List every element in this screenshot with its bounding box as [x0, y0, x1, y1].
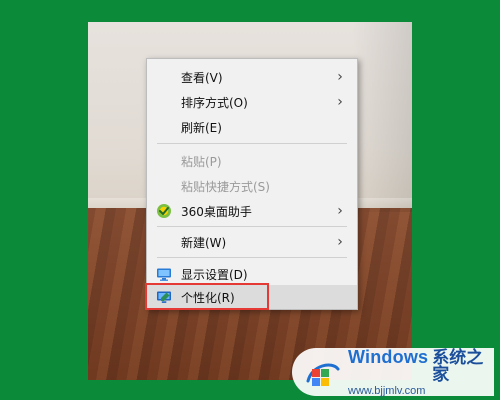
screenshot-frame: 查看(V) › 排序方式(O) › 刷新(E) 粘贴(P) 粘贴快捷方式(S) — [0, 0, 500, 400]
watermark-brand-cn: 系统之家 — [432, 347, 484, 384]
windows-logo-icon — [302, 355, 342, 389]
menu-item-label: 刷新(E) — [181, 120, 222, 135]
menu-item-label: 排序方式(O) — [181, 95, 248, 110]
menu-item-personalize[interactable]: 个性化(R) — [147, 285, 357, 309]
menu-item-label: 查看(V) — [181, 70, 223, 85]
chevron-right-icon: › — [337, 203, 343, 219]
watermark-brand: Windows — [348, 346, 429, 367]
menu-item-display-settings[interactable]: 显示设置(D) — [147, 262, 357, 286]
wall-shadow — [352, 22, 412, 212]
display-settings-icon — [155, 266, 173, 282]
desktop-context-menu: 查看(V) › 排序方式(O) › 刷新(E) 粘贴(P) 粘贴快捷方式(S) — [146, 58, 358, 310]
menu-item-paste: 粘贴(P) — [147, 149, 357, 173]
360-assistant-icon — [155, 203, 173, 219]
menu-item-label: 显示设置(D) — [181, 267, 248, 282]
menu-item-sort-by[interactable]: 排序方式(O) › — [147, 90, 357, 114]
watermark: Windows 系统之家 www.bjjmlv.com — [292, 348, 494, 396]
menu-item-new[interactable]: 新建(W) › — [147, 230, 357, 254]
menu-separator — [157, 143, 347, 144]
menu-item-view[interactable]: 查看(V) › — [147, 65, 357, 89]
menu-item-refresh[interactable]: 刷新(E) — [147, 115, 357, 139]
chevron-right-icon: › — [337, 234, 343, 250]
chevron-right-icon: › — [337, 94, 343, 110]
watermark-text: Windows 系统之家 www.bjjmlv.com — [348, 348, 494, 397]
menu-item-360-assistant[interactable]: 360桌面助手 › — [147, 199, 357, 223]
menu-item-label: 粘贴(P) — [181, 154, 222, 169]
menu-separator — [157, 257, 347, 258]
menu-item-label: 粘贴快捷方式(S) — [181, 179, 270, 194]
chevron-right-icon: › — [337, 69, 343, 85]
personalize-icon — [155, 289, 173, 305]
watermark-url: www.bjjmlv.com — [348, 384, 426, 397]
menu-item-label: 个性化(R) — [181, 290, 235, 305]
menu-separator — [157, 226, 347, 227]
menu-item-paste-shortcut: 粘贴快捷方式(S) — [147, 174, 357, 198]
menu-item-label: 新建(W) — [181, 235, 227, 250]
menu-item-label: 360桌面助手 — [181, 204, 252, 219]
